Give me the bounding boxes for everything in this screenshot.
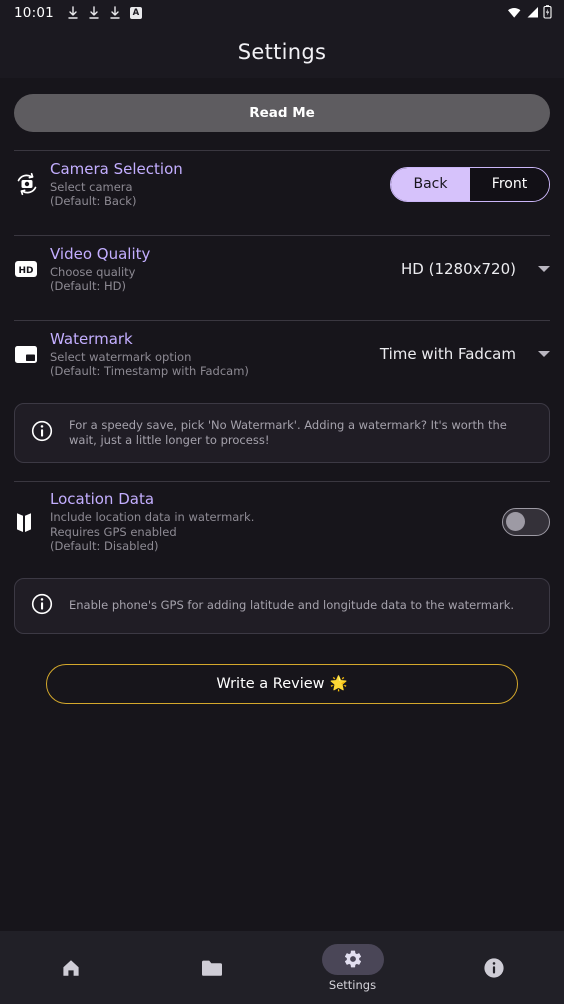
- watermark-sub1: Select watermark option: [50, 349, 192, 364]
- write-review-label: Write a Review: [216, 675, 325, 692]
- bottom-navigation-bar: Settings: [0, 930, 564, 1004]
- gear-icon: [321, 943, 384, 975]
- location-data-title: Location Data: [50, 490, 155, 508]
- app-badge-a-icon: A: [129, 7, 142, 19]
- status-bar-notification-icons: A: [67, 6, 142, 20]
- video-quality-title: Video Quality: [50, 244, 151, 263]
- nav-item-home[interactable]: [0, 931, 141, 1004]
- page-title-bar: Settings: [0, 26, 564, 78]
- location-data-sub1: Include location data in watermark.: [50, 510, 255, 524]
- hd-badge-icon: HD: [14, 260, 50, 278]
- video-quality-sub2: (Default: HD): [50, 279, 127, 293]
- status-bar-system-icons: [507, 4, 552, 23]
- location-info-note: Enable phone's GPS for adding latitude a…: [14, 577, 550, 634]
- location-data-sub2: Requires GPS enabled: [50, 524, 177, 539]
- video-quality-sub1: Choose quality: [50, 264, 136, 279]
- chevron-down-icon[interactable]: [538, 266, 550, 272]
- nav-item-settings[interactable]: Settings: [282, 931, 423, 1004]
- location-data-sub3: (Default: Disabled): [50, 539, 159, 553]
- watermark-value: Time with Fadcam: [379, 345, 516, 363]
- toggle-knob: [506, 512, 525, 532]
- folder-icon: [181, 952, 243, 983]
- camera-switch-icon: [14, 171, 50, 197]
- camera-selection-control: Back Front: [390, 166, 550, 202]
- video-quality-value: HD (1280x720): [401, 260, 516, 278]
- setting-row-camera-selection: Camera Selection Select camera (Default:…: [14, 151, 550, 217]
- watermark-control: Time with Fadcam: [380, 345, 550, 363]
- status-bar-clock: 10:01: [14, 5, 54, 21]
- setting-row-video-quality: HD Video Quality Choose quality (Default…: [14, 236, 550, 302]
- nav-label-settings: Settings: [328, 977, 377, 992]
- setting-row-watermark: Watermark Select watermark option (Defau…: [14, 321, 550, 387]
- video-quality-dropdown[interactable]: HD (1280x720): [401, 260, 550, 278]
- download-icon: [109, 6, 121, 20]
- chevron-down-icon[interactable]: [538, 351, 550, 357]
- svg-text:HD: HD: [18, 266, 33, 276]
- video-quality-control: HD (1280x720): [401, 260, 550, 278]
- wifi-icon: [507, 4, 522, 23]
- watermark-icon: [14, 345, 50, 364]
- nav-item-folder[interactable]: [141, 931, 282, 1004]
- location-data-control: [502, 507, 550, 536]
- watermark-title: Watermark: [50, 329, 133, 348]
- write-review-button[interactable]: Write a Review 🌟: [46, 663, 518, 704]
- settings-scroll-container: Read Me Camera Selection Select camera (…: [0, 78, 564, 930]
- info-icon: [31, 593, 53, 619]
- map-icon: [14, 510, 50, 534]
- battery-charging-icon: [543, 4, 552, 23]
- setting-row-location-data: Location Data Include location data in w…: [14, 482, 550, 562]
- app-screen: 10:01 A Settings Read Me Camera Selectio…: [0, 0, 564, 1004]
- watermark-dropdown[interactable]: Time with Fadcam: [380, 345, 550, 363]
- location-data-toggle[interactable]: [502, 507, 550, 536]
- camera-option-front[interactable]: Front: [470, 167, 549, 201]
- info-icon: [463, 952, 525, 983]
- info-icon: [31, 420, 53, 446]
- camera-segmented-control[interactable]: Back Front: [390, 166, 550, 202]
- home-icon: [40, 952, 102, 983]
- download-icon: [67, 6, 79, 20]
- nav-item-info[interactable]: [423, 931, 564, 1004]
- location-note-text: Enable phone's GPS for adding latitude a…: [69, 598, 515, 612]
- status-bar: 10:01 A: [0, 0, 564, 26]
- watermark-sub2: (Default: Timestamp with Fadcam): [50, 364, 249, 378]
- watermark-text: Watermark Select watermark option (Defau…: [50, 330, 380, 379]
- location-data-text: Location Data Include location data in w…: [50, 490, 502, 554]
- download-icon: [88, 6, 100, 20]
- video-quality-text: Video Quality Choose quality (Default: H…: [50, 245, 401, 294]
- read-me-button[interactable]: Read Me: [14, 94, 550, 132]
- watermark-info-note: For a speedy save, pick 'No Watermark'. …: [14, 403, 550, 463]
- star-icon: 🌟: [329, 676, 348, 692]
- camera-selection-title: Camera Selection: [50, 159, 183, 178]
- watermark-note-text: For a speedy save, pick 'No Watermark'. …: [69, 418, 507, 447]
- camera-option-back[interactable]: Back: [391, 167, 470, 201]
- camera-selection-sub1: Select camera: [50, 179, 133, 194]
- camera-selection-text: Camera Selection Select camera (Default:…: [50, 160, 390, 209]
- camera-selection-sub2: (Default: Back): [50, 194, 137, 208]
- cellular-signal-icon: [526, 4, 539, 23]
- page-title: Settings: [237, 40, 327, 64]
